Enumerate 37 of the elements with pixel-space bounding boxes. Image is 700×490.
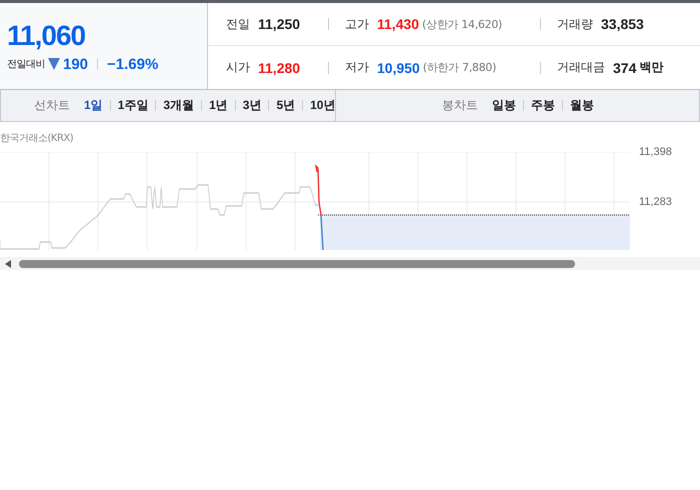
stat-value: 10,950 <box>377 60 420 76</box>
stat-label: 거래량 <box>557 16 593 32</box>
stat-unit: 백만 <box>639 59 664 76</box>
period-tab[interactable]: 1년 <box>209 97 228 114</box>
stat-value: 11,280 <box>258 60 300 76</box>
chart-type-label: 봉차트 <box>442 97 478 114</box>
change-amount: 190 <box>63 56 88 72</box>
chart-type-label: 선차트 <box>34 97 70 114</box>
scrollbar-thumb[interactable] <box>19 260 575 268</box>
stat-value: 374 <box>613 60 636 76</box>
period-tab[interactable]: 3년 <box>242 97 262 114</box>
stat-value: 33,853 <box>601 16 644 32</box>
stat-label: 고가 <box>345 16 369 32</box>
y-axis-label: 11,398 <box>639 145 672 159</box>
stat-value: 11,250 <box>258 16 300 32</box>
period-tab[interactable]: 주봉 <box>531 97 555 114</box>
change-rate: −1.69% <box>107 56 158 72</box>
down-triangle-icon <box>48 58 60 70</box>
change-label: 전일대비 <box>7 58 45 71</box>
price-limit-note: (하한가 7,880) <box>422 60 496 75</box>
exchange-label: 한국거래소(KRX) <box>0 132 74 145</box>
stat-value: 11,430 <box>377 16 420 32</box>
stat-label: 전일 <box>226 16 250 32</box>
period-tab[interactable]: 일봉 <box>492 97 516 114</box>
stat-label: 거래대금 <box>557 59 605 76</box>
price-limit-note: (상한가 14,620) <box>422 16 502 32</box>
period-tab[interactable]: 1일 <box>84 97 103 114</box>
period-tab[interactable]: 월봉 <box>570 97 594 114</box>
period-tab[interactable]: 10년 <box>310 97 336 114</box>
period-tab[interactable]: 5년 <box>276 97 296 114</box>
y-axis-label: 11,283 <box>639 195 672 209</box>
scroll-left-icon[interactable] <box>5 260 11 268</box>
period-tab[interactable]: 1주일 <box>118 97 148 114</box>
stat-label: 시가 <box>226 59 250 76</box>
period-tab[interactable]: 3개월 <box>163 97 194 114</box>
current-price: 11,060 <box>7 20 86 52</box>
stat-label: 저가 <box>345 59 369 76</box>
